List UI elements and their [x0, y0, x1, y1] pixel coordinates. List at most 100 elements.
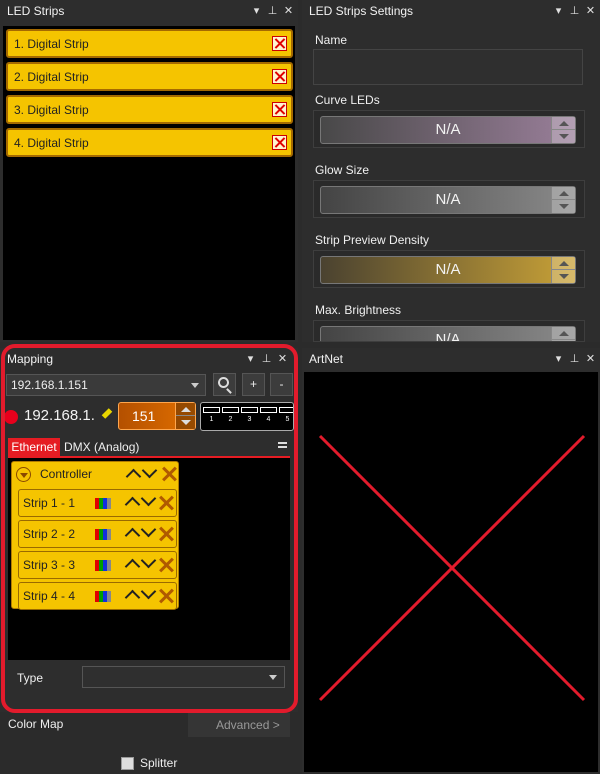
reorder-icon[interactable] — [123, 552, 159, 575]
color-order-icon — [95, 498, 111, 509]
stepper-up-icon[interactable] — [559, 331, 569, 336]
delete-icon[interactable] — [272, 135, 287, 150]
strip-mapping-item[interactable]: Strip 1 - 1 — [18, 489, 177, 517]
delete-icon[interactable] — [162, 467, 176, 481]
port-item[interactable]: 2 — [222, 407, 239, 423]
dropdown-icon[interactable]: ▾ — [245, 348, 256, 370]
pin-icon[interactable]: ⊥ — [267, 0, 278, 22]
delete-icon[interactable] — [159, 527, 173, 541]
strip-mapping-label: Strip 3 - 3 — [23, 558, 76, 572]
port-item[interactable]: 4 — [260, 407, 277, 423]
controller-node[interactable]: Controller Strip 1 - 1 Strip 2 - 2 Strip… — [11, 461, 179, 610]
port-selector[interactable]: 1 2 3 4 5 — [200, 402, 294, 431]
reorder-icon[interactable] — [123, 583, 159, 606]
delete-icon[interactable] — [159, 589, 173, 603]
strip-item[interactable]: 3. Digital Strip — [6, 95, 293, 124]
strip-item[interactable]: 4. Digital Strip — [6, 128, 293, 157]
search-button[interactable] — [213, 373, 236, 396]
add-controller-button[interactable]: + — [242, 373, 265, 396]
port-item[interactable]: 3 — [241, 407, 258, 423]
edit-icon[interactable] — [101, 408, 113, 419]
close-icon[interactable]: ✕ — [283, 0, 294, 22]
stepper-up-icon[interactable] — [559, 121, 569, 126]
type-label: Type — [17, 671, 44, 685]
pin-icon[interactable]: ⊥ — [569, 348, 580, 370]
stepper-down-icon[interactable] — [181, 420, 191, 425]
mapping-canvas: Controller Strip 1 - 1 Strip 2 - 2 Strip… — [8, 458, 290, 660]
panel-header: ArtNet ▾ ⊥ ✕ — [302, 348, 600, 370]
delete-icon[interactable] — [159, 496, 173, 510]
reorder-icon[interactable] — [124, 462, 160, 485]
glow-size-stepper[interactable]: N/A — [320, 186, 576, 214]
delete-icon[interactable] — [272, 102, 287, 117]
stepper-down-icon[interactable] — [559, 274, 569, 279]
splitter-label: Splitter — [140, 756, 178, 770]
curve-leds-stepper[interactable]: N/A — [320, 116, 576, 144]
strip-mapping-label: Strip 4 - 4 — [23, 589, 76, 603]
reorder-icon[interactable] — [123, 521, 159, 544]
tab-menu-icon[interactable] — [278, 442, 287, 450]
strip-item[interactable]: 2. Digital Strip — [6, 62, 293, 91]
stepper-down-icon[interactable] — [559, 134, 569, 139]
universe-value: 151 — [132, 408, 156, 424]
panel-title: LED Strips — [7, 4, 65, 18]
splitter-checkbox[interactable] — [121, 757, 134, 770]
tab-ethernet[interactable]: Ethernet — [8, 438, 60, 456]
curve-leds-field: N/A — [313, 110, 585, 148]
artnet-view — [304, 372, 598, 772]
strip-mapping-item[interactable]: Strip 4 - 4 — [18, 582, 177, 610]
ip-address-select[interactable]: 192.168.1.151 — [6, 374, 206, 396]
type-select[interactable] — [82, 666, 285, 688]
name-input[interactable] — [313, 49, 583, 85]
remove-controller-button[interactable]: - — [270, 373, 293, 396]
close-icon[interactable]: ✕ — [277, 348, 288, 370]
stepper-up-icon[interactable] — [559, 191, 569, 196]
panel-title: LED Strips Settings — [309, 4, 414, 18]
ip-address-value: 192.168.1.151 — [11, 378, 88, 392]
artnet-panel: ArtNet ▾ ⊥ ✕ — [302, 348, 600, 774]
delete-icon[interactable] — [159, 558, 173, 572]
strip-mapping-item[interactable]: Strip 3 - 3 — [18, 551, 177, 579]
delete-icon[interactable] — [272, 36, 287, 51]
strip-preview-density-stepper[interactable]: N/A — [320, 256, 576, 284]
collapse-icon[interactable] — [16, 467, 31, 482]
curve-leds-label: Curve LEDs — [315, 93, 380, 107]
max-brightness-field: N/A — [313, 320, 585, 342]
chevron-down-icon — [269, 675, 277, 680]
dropdown-icon[interactable]: ▾ — [553, 0, 564, 22]
universe-stepper[interactable]: 151 — [118, 402, 196, 430]
strip-preview-density-value: N/A — [435, 261, 461, 278]
strip-preview-density-field: N/A — [313, 250, 585, 288]
strip-mapping-item[interactable]: Strip 2 - 2 — [18, 520, 177, 548]
advanced-button[interactable]: Advanced > — [188, 713, 290, 737]
pin-icon[interactable]: ⊥ — [261, 348, 272, 370]
dropdown-icon[interactable]: ▾ — [553, 348, 564, 370]
port-item[interactable]: 1 — [203, 407, 220, 423]
pin-icon[interactable]: ⊥ — [569, 0, 580, 22]
stepper-down-icon[interactable] — [559, 204, 569, 209]
strip-item[interactable]: 1. Digital Strip — [6, 29, 293, 58]
panel-header: LED Strips Settings ▾ ⊥ ✕ — [302, 0, 600, 22]
no-preview-cross-icon — [318, 434, 586, 702]
strip-label: 1. Digital Strip — [14, 37, 89, 51]
name-label: Name — [315, 33, 348, 47]
delete-icon[interactable] — [272, 69, 287, 84]
status-indicator — [4, 410, 18, 424]
led-strips-settings-panel: LED Strips Settings ▾ ⊥ ✕ Name Curve LED… — [302, 0, 600, 342]
chevron-down-icon — [191, 383, 199, 388]
controller-label: Controller — [40, 467, 93, 481]
stepper-up-icon[interactable] — [181, 407, 191, 412]
stepper-up-icon[interactable] — [559, 261, 569, 266]
close-icon[interactable]: ✕ — [585, 348, 596, 370]
glow-size-value: N/A — [435, 191, 461, 208]
curve-leds-value: N/A — [435, 121, 461, 138]
max-brightness-stepper[interactable]: N/A — [320, 326, 576, 341]
ip-display: 192.168.1. — [24, 407, 95, 424]
tab-dmx-analog[interactable]: DMX (Analog) — [64, 438, 139, 456]
close-icon[interactable]: ✕ — [585, 0, 596, 22]
port-item[interactable]: 5 — [279, 407, 293, 423]
led-strips-panel: LED Strips ▾ ⊥ ✕ 1. Digital Strip 2. Dig… — [0, 0, 298, 342]
panel-title: ArtNet — [309, 352, 344, 366]
dropdown-icon[interactable]: ▾ — [251, 0, 262, 22]
reorder-icon[interactable] — [123, 490, 159, 513]
